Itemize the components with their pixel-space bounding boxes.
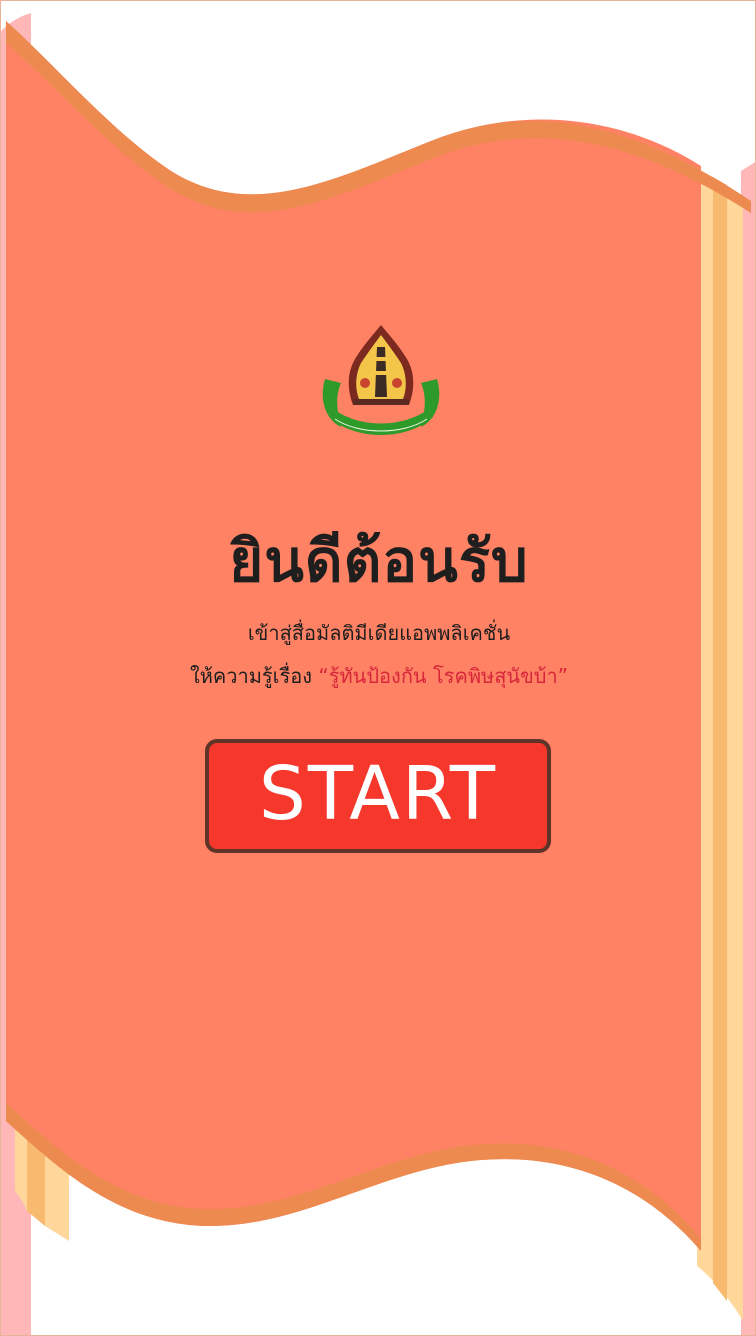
subtitle-line-2: ให้ความรู้เรื่อง “รู้ทันป้องกัน โรคพิษสุ… <box>1 661 755 691</box>
subtitle-line-1: เข้าสู่สื่อมัลติมีเดียแอพพลิเคชั่น <box>247 621 511 645</box>
right-pink-edge <box>741 162 755 1335</box>
subtitle-highlight: “รู้ทันป้องกัน โรคพิษสุนัขบ้า” <box>318 664 569 688</box>
subtitle-prefix: ให้ความรู้เรื่อง <box>189 664 319 688</box>
welcome-screen: ยินดีต้อนรับ เข้าสู่สื่อมัลติมีเดียแอพพล… <box>0 0 756 1336</box>
welcome-title: ยินดีต้อนรับ <box>229 527 529 595</box>
start-button[interactable]: START <box>205 739 551 853</box>
faculty-emblem-icon <box>322 325 440 435</box>
right-stripe-mid <box>713 177 727 1301</box>
start-button-label: START <box>258 751 498 837</box>
